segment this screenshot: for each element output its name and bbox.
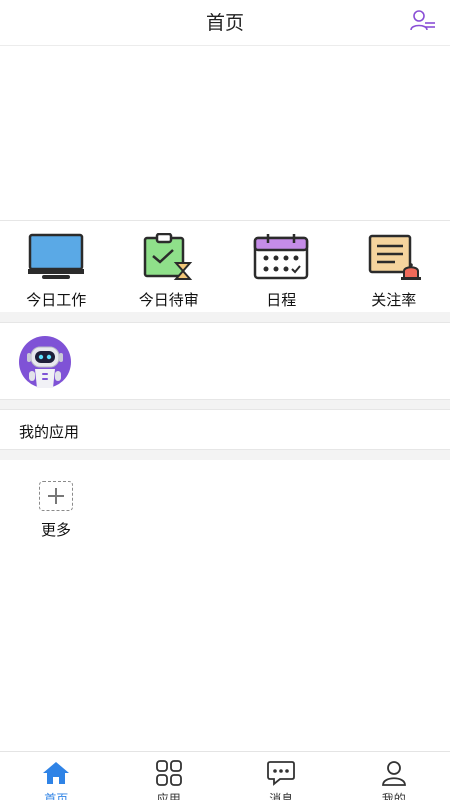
assistant-row — [0, 322, 450, 400]
robot-avatar-icon[interactable] — [18, 336, 73, 388]
tab-apps[interactable]: 应用 — [113, 752, 226, 800]
monitor-icon — [28, 233, 84, 279]
add-icon — [39, 481, 73, 511]
page-title: 首页 — [205, 12, 244, 34]
top-bar: 首页 — [0, 0, 450, 46]
tab-label: 消息 — [269, 792, 294, 800]
user-switch-icon[interactable] — [410, 9, 436, 33]
my-apps-title: 我的应用 — [19, 423, 80, 441]
tab-label: 首页 — [44, 792, 69, 800]
document-bell-icon — [368, 234, 421, 280]
tab-home[interactable]: 首页 — [0, 752, 113, 800]
my-apps-header: 我的应用 — [0, 409, 450, 450]
my-apps-grid: 更多 — [0, 460, 450, 750]
quick-action-label: 关注率 — [371, 291, 417, 309]
banner-area — [0, 47, 450, 219]
quick-action-label: 今日工作 — [26, 291, 87, 309]
clipboard-check-hourglass-icon — [143, 233, 192, 280]
chat-bubble-icon — [267, 761, 295, 786]
bottom-tab-bar: 首页 应用 消息 我的 — [0, 751, 450, 800]
section-gap — [0, 450, 450, 460]
section-gap — [0, 400, 450, 409]
grid-icon — [155, 760, 182, 786]
quick-action-schedule[interactable]: 日程 — [225, 221, 338, 312]
section-gap — [0, 312, 450, 322]
more-apps-button[interactable]: 更多 — [30, 478, 82, 548]
home-icon — [43, 762, 69, 784]
tab-label: 应用 — [156, 792, 181, 800]
quick-action-label: 今日待审 — [138, 291, 199, 309]
more-apps-label: 更多 — [40, 521, 71, 539]
tab-messages[interactable]: 消息 — [225, 752, 338, 800]
tab-me[interactable]: 我的 — [338, 752, 450, 800]
quick-action-today-review[interactable]: 今日待审 — [113, 221, 226, 312]
quick-action-today-work[interactable]: 今日工作 — [0, 221, 113, 312]
quick-actions: 今日工作 今日待审 日程 关注率 — [0, 220, 450, 312]
quick-action-attention-rate[interactable]: 关注率 — [338, 221, 450, 312]
tab-label: 我的 — [381, 792, 406, 800]
person-icon — [381, 761, 406, 786]
quick-action-label: 日程 — [266, 291, 297, 309]
calendar-icon — [253, 234, 309, 280]
